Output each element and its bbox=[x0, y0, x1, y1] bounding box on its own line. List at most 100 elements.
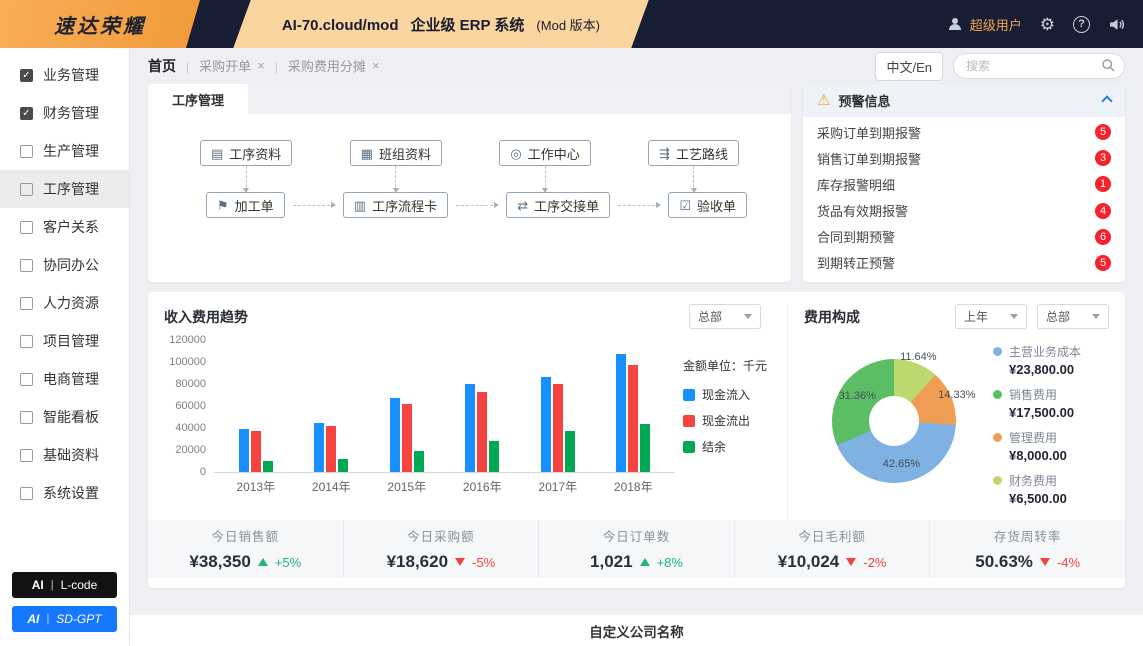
collapse-chevron-icon[interactable] bbox=[1101, 94, 1113, 107]
sidebar-item-工序管理[interactable]: 工序管理 bbox=[0, 170, 129, 208]
pie-slice-label: 14.33% bbox=[938, 388, 976, 401]
flow-box-icon: ⚑ bbox=[217, 197, 229, 213]
legend-dot bbox=[993, 476, 1002, 485]
branch-filter-select-2[interactable]: 总部 bbox=[1037, 304, 1109, 329]
legend-dot bbox=[993, 347, 1002, 356]
bar-chart-legend: 金额单位：千元 现金流入 现金流出 结余 bbox=[675, 357, 787, 495]
alert-count-badge: 5 bbox=[1095, 124, 1111, 141]
stat-今日订单数: 今日订单数 1,021 +8% bbox=[538, 520, 734, 578]
alert-item-货品有效期报警[interactable]: 货品有效期报警 4 bbox=[817, 201, 1111, 220]
alert-item-合同到期预警[interactable]: 合同到期预警 6 bbox=[817, 227, 1111, 246]
alerts-header: ⚠ 预警信息 bbox=[803, 84, 1125, 117]
speaker-icon[interactable] bbox=[1108, 16, 1125, 33]
flow-box-icon: ▤ bbox=[211, 145, 224, 161]
kpi-stats-row: 今日销售额 ¥38,350 +5% 今日采购额 ¥18,620 -5% 今日订单数 1,021… bbox=[148, 520, 1125, 578]
flow-box-班组资料[interactable]: ▦ 班组资料 bbox=[349, 140, 442, 166]
sidebar-item-智能看板[interactable]: 智能看板 bbox=[0, 398, 129, 436]
language-toggle-button[interactable]: 中文/En bbox=[875, 51, 943, 81]
pie-legend-value: ¥6,500.00 bbox=[1009, 491, 1067, 506]
sidebar-item-系统设置[interactable]: 系统设置 bbox=[0, 474, 129, 512]
stat-label: 今日订单数 bbox=[602, 530, 671, 544]
alert-item-采购订单到期报警[interactable]: 采购订单到期报警 5 bbox=[817, 123, 1111, 142]
bar-group-2016年 bbox=[465, 384, 500, 472]
flow-box-工艺路线[interactable]: ⇶ 工艺路线 bbox=[648, 140, 739, 166]
sidebar-item-协同办公[interactable]: 协同办公 bbox=[0, 246, 129, 284]
alert-label: 库存报警明细 bbox=[817, 177, 896, 193]
footer: 自定义公司名称 bbox=[130, 615, 1143, 646]
ai-button-SD-GPT[interactable]: AI | SD-GPT bbox=[12, 606, 117, 632]
flow-box-icon: ⇶ bbox=[659, 145, 670, 161]
down-arrow-icon bbox=[846, 558, 857, 566]
flow-box-工序交接单[interactable]: ⇄ 工序交接单 bbox=[506, 192, 611, 218]
open-tabs: | 采购开单 × | 采购费用分摊 × bbox=[176, 56, 379, 76]
alert-count-badge: 3 bbox=[1095, 150, 1111, 167]
alert-item-库存报警明细[interactable]: 库存报警明细 1 bbox=[817, 175, 1111, 194]
alerts-panel: ⚠ 预警信息 采购订单到期报警 5 销售订单到期报警 3 库存报警明细 1 货品有效期报警 4… bbox=[803, 84, 1125, 282]
breadcrumb-separator: | bbox=[274, 60, 278, 74]
alert-label: 采购订单到期报警 bbox=[817, 125, 922, 141]
flow-box-加工单[interactable]: ⚑ 加工单 bbox=[206, 192, 285, 218]
y-tick-label: 120000 bbox=[169, 334, 206, 346]
connector-down bbox=[243, 166, 250, 193]
checkbox-icon bbox=[20, 220, 33, 234]
process-management-panel: 工序管理 ▤ 工序资料 ▦ 班组资料 ◎ 工作中心 ⇶ 工艺路线 ⚑ 加工单 ▥ 工序流程卡 ⇄ 工序交… bbox=[148, 84, 791, 282]
tab-process-management[interactable]: 工序管理 bbox=[148, 84, 249, 114]
search-input[interactable] bbox=[953, 53, 1125, 79]
sidebar-item-生产管理[interactable]: 生产管理 bbox=[0, 132, 129, 170]
alert-item-到期转正预警[interactable]: 到期转正预警 5 bbox=[817, 253, 1111, 272]
flow-box-工序流程卡[interactable]: ▥ 工序流程卡 bbox=[342, 192, 449, 218]
y-tick-label: 100000 bbox=[169, 356, 206, 368]
sidebar-item-label: 客户关系 bbox=[43, 219, 99, 235]
sidebar-item-label: 系统设置 bbox=[43, 485, 99, 501]
sidebar-item-label: 人力资源 bbox=[43, 295, 99, 311]
sidebar-item-电商管理[interactable]: 电商管理 bbox=[0, 360, 129, 398]
x-tick-label: 2013年 bbox=[236, 480, 276, 494]
legend-swatch bbox=[683, 440, 695, 453]
sidebar-item-人力资源[interactable]: 人力资源 bbox=[0, 284, 129, 322]
ai-button-L-code[interactable]: AI | L-code bbox=[12, 572, 117, 598]
flow-box-工序资料[interactable]: ▤ 工序资料 bbox=[200, 140, 293, 166]
alert-label: 到期转正预警 bbox=[817, 256, 896, 272]
up-arrow-icon bbox=[639, 558, 650, 566]
dashboard-charts-panel: 收入费用趋势 总部 0 20000 40000 60000 80000 100000 120… bbox=[148, 292, 1125, 588]
legend-item-现金流入: 现金流入 bbox=[683, 386, 787, 403]
checkbox-icon bbox=[20, 144, 33, 158]
flow-box-验收单[interactable]: ☑ 验收单 bbox=[668, 192, 747, 218]
y-tick-label: 80000 bbox=[175, 378, 206, 390]
sidebar-item-项目管理[interactable]: 项目管理 bbox=[0, 322, 129, 360]
sidebar-item-客户关系[interactable]: 客户关系 bbox=[0, 208, 129, 246]
stat-今日销售额: 今日销售额 ¥38,350 +5% bbox=[148, 520, 343, 578]
search-box bbox=[953, 53, 1125, 79]
donut-hole bbox=[869, 395, 919, 446]
breadcrumb-home[interactable]: 首页 bbox=[148, 56, 176, 76]
user-menu[interactable]: 超级用户 bbox=[946, 15, 1022, 34]
bar-结余 bbox=[640, 423, 651, 472]
branch-filter-select[interactable]: 总部 bbox=[689, 304, 761, 329]
open-tab-采购开单[interactable]: 采购开单 × bbox=[199, 56, 265, 75]
alert-item-销售订单到期报警[interactable]: 销售订单到期报警 3 bbox=[817, 149, 1111, 168]
sidebar-item-财务管理[interactable]: ✓ 财务管理 bbox=[0, 94, 129, 132]
period-filter-select[interactable]: 上年 bbox=[955, 304, 1027, 329]
help-icon[interactable]: ? bbox=[1073, 15, 1090, 33]
donut-legend: 主营业务成本 ¥23,800.00 销售费用 ¥17,500.00 管理费用 ¥8,000… bbox=[989, 343, 1109, 506]
sidebar-item-基础资料[interactable]: 基础资料 bbox=[0, 436, 129, 474]
stat-value: ¥10,024 bbox=[777, 552, 840, 571]
sidebar-item-label: 协同办公 bbox=[43, 257, 99, 273]
alerts-title: 预警信息 bbox=[838, 94, 891, 109]
breadcrumb: 首页 | 采购开单 × | 采购费用分摊 × 中文/En bbox=[130, 48, 1143, 84]
stat-percent: -2% bbox=[863, 554, 887, 570]
sidebar-item-label: 业务管理 bbox=[43, 67, 99, 83]
legend-item-结余: 结余 bbox=[683, 438, 787, 455]
close-icon[interactable]: × bbox=[257, 58, 265, 73]
bar-现金流出 bbox=[477, 391, 488, 472]
sidebar-item-业务管理[interactable]: ✓ 业务管理 bbox=[0, 56, 129, 94]
stat-value: 1,021 bbox=[590, 552, 633, 571]
close-icon[interactable]: × bbox=[372, 58, 380, 73]
stat-label: 今日销售额 bbox=[211, 530, 280, 544]
gear-icon[interactable]: ⚙ bbox=[1040, 16, 1055, 33]
search-icon[interactable] bbox=[1101, 58, 1116, 78]
x-tick-label: 2018年 bbox=[613, 480, 653, 494]
flow-box-工作中心[interactable]: ◎ 工作中心 bbox=[499, 140, 591, 166]
open-tab-采购费用分摊[interactable]: 采购费用分摊 × bbox=[288, 56, 380, 75]
erp-app: 速达荣耀 AI-70.cloud/mod 企业级 ERP 系统 (Mod 版本)… bbox=[0, 0, 1143, 646]
